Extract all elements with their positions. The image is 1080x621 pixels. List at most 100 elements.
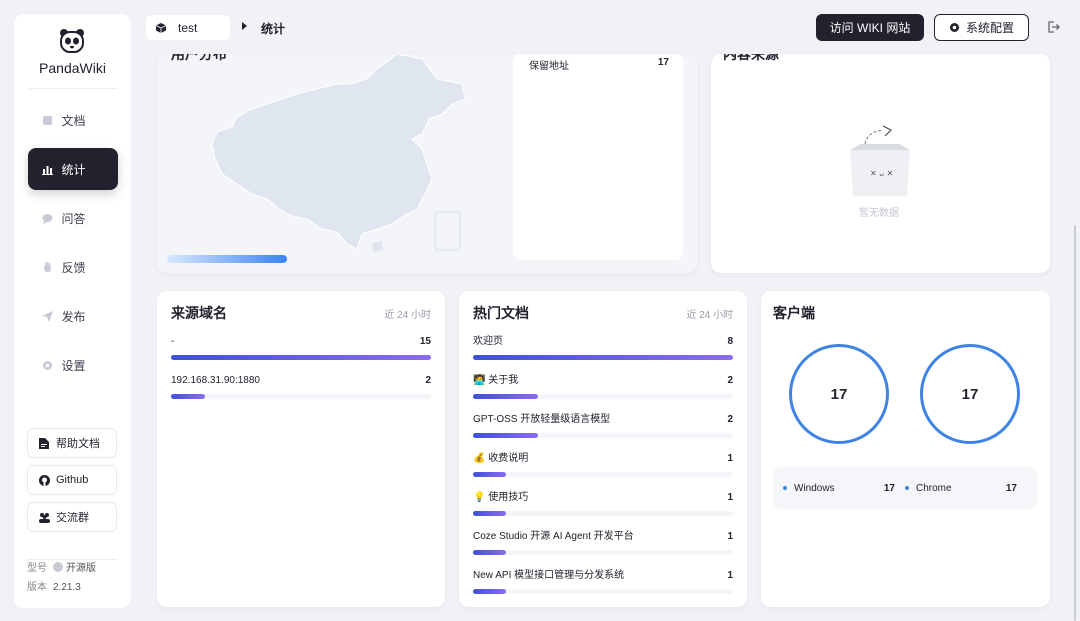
row-text: Coze Studio 开源 AI Agent 开发平台 1 — [473, 531, 733, 543]
list-item[interactable]: 💡 使用技巧 1 — [473, 492, 733, 531]
china-map[interactable] — [207, 54, 477, 254]
row-label: GPT-OSS 开放轻量级语言模型 — [473, 414, 611, 425]
cube-icon — [156, 22, 166, 33]
row-value: 15 — [419, 336, 431, 347]
empty-text: 暂无数据 — [859, 208, 899, 219]
gear-icon — [42, 359, 54, 371]
help-docs-button[interactable]: 帮助文档 — [27, 428, 117, 458]
list-item[interactable]: 💰 收费说明 1 — [473, 453, 733, 492]
source-title: 内容来源 — [723, 54, 779, 62]
hand-icon — [42, 261, 54, 273]
model-label: 型号 — [27, 563, 47, 574]
source-domains-card: 来源域名 近 24 小时 - 15 192.168.31.90:1880 2 — [157, 291, 445, 607]
row-label: 💰 收费说明 — [473, 453, 529, 464]
card-title: 客户端 — [773, 305, 815, 321]
group-icon — [39, 512, 50, 523]
domain-list: - 15 192.168.31.90:1880 2 — [171, 336, 431, 414]
bar-fill — [473, 355, 733, 360]
list-item[interactable]: Coze Studio 开源 AI Agent 开发平台 1 — [473, 531, 733, 570]
scrollbar[interactable] — [1074, 225, 1076, 621]
bar-track — [473, 394, 733, 399]
location-row: 保留地址 17 — [529, 57, 669, 72]
row-value: 2 — [727, 375, 733, 386]
list-item[interactable]: 欢迎页 8 — [473, 336, 733, 375]
bar-track — [473, 511, 733, 516]
doc-icon — [39, 437, 50, 449]
row-value: 2 — [425, 375, 431, 386]
legend-value: 17 — [883, 482, 895, 494]
system-config-button[interactable]: 系统配置 — [934, 14, 1029, 41]
row-value: 1 — [727, 570, 733, 581]
svg-text:✕ ᴗ ✕: ✕ ᴗ ✕ — [870, 169, 893, 178]
panda-logo-icon — [60, 29, 85, 53]
breadcrumb-root[interactable]: test — [146, 15, 230, 40]
sidebar-item-stats[interactable]: 统计 — [27, 148, 118, 190]
sidebar-item-label: 统计 — [61, 162, 86, 177]
divider — [28, 88, 117, 89]
sidebar-item-docs[interactable]: 文档 — [28, 99, 118, 141]
bar-fill — [473, 394, 538, 399]
help-docs-label: 帮助文档 — [56, 438, 100, 450]
nav: 文档 统计 问答 反馈 发布 设置 — [27, 99, 118, 393]
os-ring[interactable]: 17 — [789, 344, 889, 444]
row-value: 8 — [727, 336, 733, 347]
row-value: 1 — [727, 531, 733, 542]
list-item[interactable]: GPT-OSS 开放轻量级语言模型 2 — [473, 414, 733, 453]
map-legend-bar — [167, 255, 287, 263]
row-text: 💰 收费说明 1 — [473, 453, 733, 465]
version-value: 2.21.3 — [53, 582, 81, 593]
visit-wiki-button[interactable]: 访问 WIKI 网站 — [816, 14, 924, 41]
empty-box-icon: ✕ ᴗ ✕ — [850, 125, 910, 196]
bar-chart-icon — [42, 163, 54, 175]
row-label: New API 模型接口管理与分发系统 — [473, 570, 625, 581]
legend-name: Windows — [794, 482, 835, 494]
browser-ring[interactable]: 17 — [920, 344, 1020, 444]
sidebar: PandaWiki 文档 统计 问答 反馈 发布 设置 帮助文档 Github … — [14, 14, 131, 608]
community-button[interactable]: 交流群 — [27, 502, 117, 532]
list-item[interactable]: 🧑‍💻 关于我 2 — [473, 375, 733, 414]
bar-fill — [473, 550, 506, 555]
logout-icon[interactable] — [1045, 19, 1061, 35]
row-label: 💡 使用技巧 — [473, 492, 529, 503]
location-label: 保留地址 — [529, 61, 569, 72]
sidebar-item-settings[interactable]: 设置 — [28, 344, 118, 386]
content-source-card: 内容来源 ✕ ᴗ ✕ 暂无数据 — [711, 54, 1050, 273]
community-label: 交流群 — [56, 512, 89, 524]
bar-track — [171, 355, 431, 360]
list-item[interactable]: - 15 — [171, 336, 431, 375]
bar-fill — [473, 511, 506, 516]
logo[interactable]: PandaWiki — [39, 28, 106, 76]
bar-track — [473, 550, 733, 555]
sidebar-item-qa[interactable]: 问答 — [28, 197, 118, 239]
client-card: 客户端 17 17 Windows 17 Chrome 17 — [761, 291, 1050, 607]
row-label: 🧑‍💻 关于我 — [473, 375, 519, 386]
legend-item: Chrome 17 — [905, 483, 1017, 494]
client-legend: Windows 17 Chrome 17 — [773, 467, 1037, 509]
github-button[interactable]: Github — [27, 465, 117, 495]
row-text: 欢迎页 8 — [473, 336, 733, 348]
chat-icon — [42, 212, 54, 224]
bar-track — [473, 472, 733, 477]
version-label: 版本 — [27, 582, 47, 593]
hot-docs-card: 热门文档 近 24 小时 欢迎页 8 🧑‍💻 关于我 2 GPT-OSS 开放轻量级语言… — [459, 291, 747, 607]
card-subtitle: 近 24 小时 — [686, 310, 733, 321]
legend-dot — [783, 486, 787, 490]
sidebar-item-publish[interactable]: 发布 — [28, 295, 118, 337]
bar-track — [473, 433, 733, 438]
bar-track — [473, 355, 733, 360]
bar-fill — [473, 472, 506, 477]
github-icon — [39, 474, 50, 486]
card-header: 来源域名 近 24 小时 — [171, 303, 431, 323]
sidebar-item-label: 发布 — [61, 309, 86, 324]
sidebar-buttons: 帮助文档 Github 交流群 — [27, 428, 117, 539]
list-item[interactable]: 192.168.31.90:1880 2 — [171, 375, 431, 414]
breadcrumb-arrow-icon — [242, 22, 247, 30]
sidebar-item-feedback[interactable]: 反馈 — [28, 246, 118, 288]
list-item[interactable]: New API 模型接口管理与分发系统 1 — [473, 570, 733, 607]
bar-fill — [473, 433, 538, 438]
bar-fill — [171, 394, 205, 399]
legend-value: 17 — [1005, 482, 1017, 494]
shield-icon — [53, 562, 63, 572]
system-config-label: 系统配置 — [965, 21, 1014, 35]
bar-fill — [473, 589, 506, 594]
